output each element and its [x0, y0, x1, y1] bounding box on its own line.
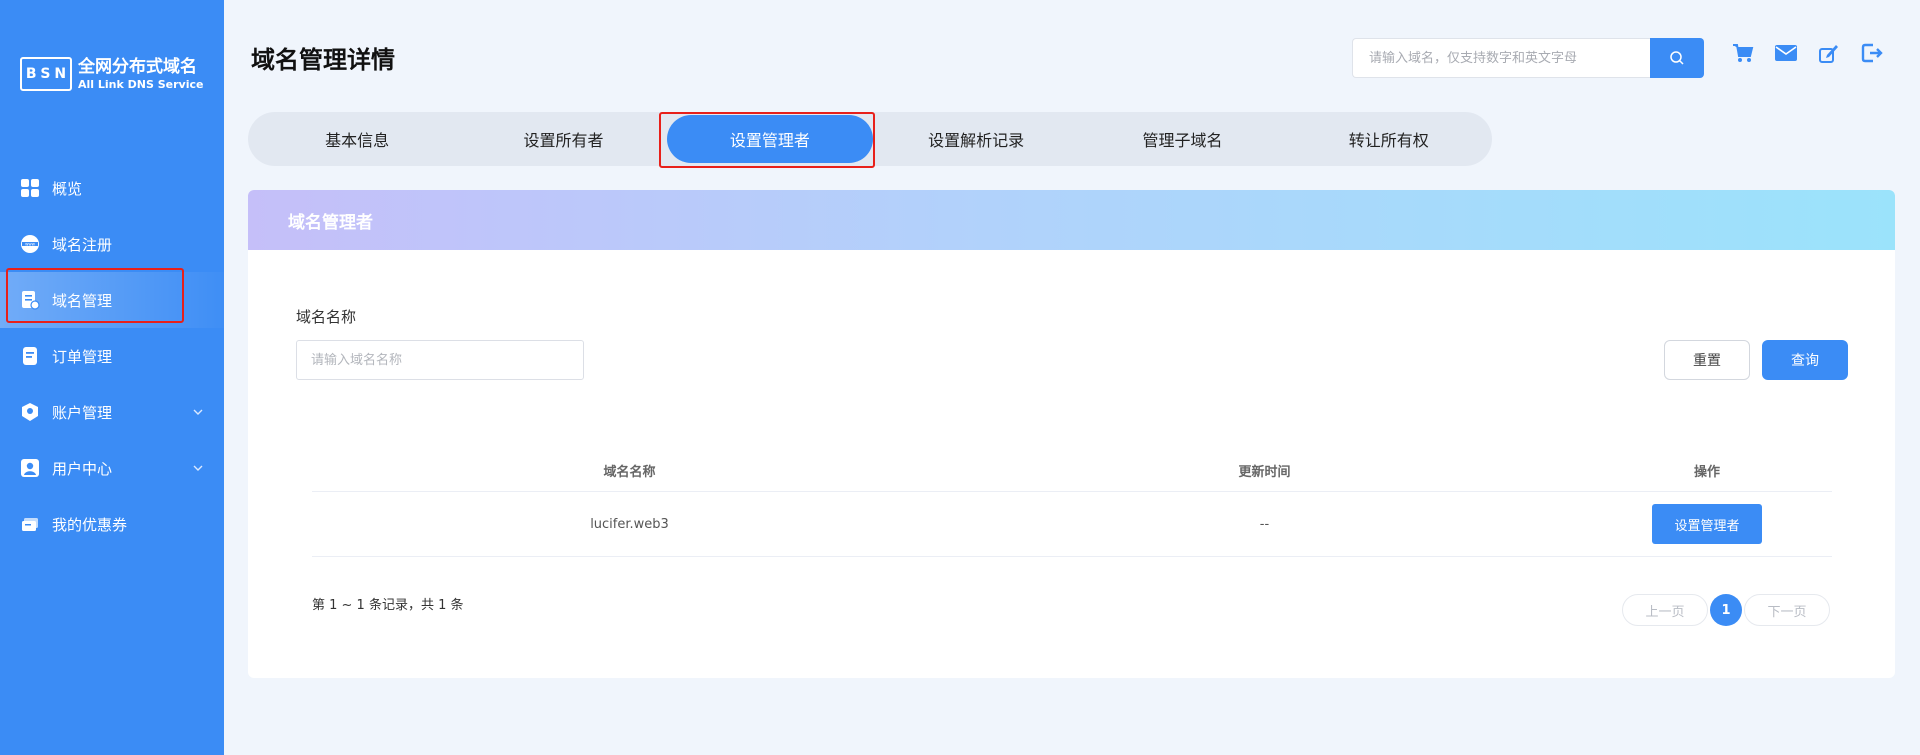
table-row: lucifer.web3 -- 设置管理者 [312, 492, 1832, 557]
user-icon [20, 458, 40, 478]
record-summary: 第 1 ~ 1 条记录，共 1 条 [312, 598, 464, 613]
prev-page-button[interactable]: 上一页 [1622, 594, 1708, 626]
column-header-action: 操作 [1693, 465, 1720, 480]
brand-title: 全网分布式域名 [78, 56, 197, 77]
sidebar-item-label: 账户管理 [52, 403, 113, 422]
mail-icon[interactable] [1773, 40, 1799, 66]
brand[interactable]: B S N 全网分布式域名 All Link DNS Service [20, 57, 203, 91]
cell-action: 设置管理者 [1582, 504, 1832, 544]
table-header: 域名名称 更新时间 操作 [312, 450, 1832, 492]
column-header-updated: 更新时间 [1238, 465, 1291, 480]
set-manager-button[interactable]: 设置管理者 [1652, 504, 1762, 544]
tab-set-owner[interactable]: 设置所有者 [460, 115, 666, 163]
header-actions [1730, 40, 1902, 66]
account-icon [20, 402, 40, 422]
sidebar-item-label: 订单管理 [52, 347, 113, 366]
domain-manage-icon [20, 290, 40, 310]
logo-letter: B [25, 66, 37, 82]
edit-icon[interactable] [1816, 40, 1842, 66]
search-icon [1670, 51, 1684, 65]
chevron-down-icon[interactable] [192, 404, 204, 422]
sidebar-item-order-manage[interactable]: 订单管理 [0, 328, 224, 384]
sidebar-item-label: 我的优惠券 [52, 515, 128, 534]
sidebar-item-coupons[interactable]: 我的优惠券 [0, 496, 224, 552]
www-icon: www [20, 234, 40, 254]
tab-bar: 基本信息 设置所有者 设置管理者 设置解析记录 管理子域名 转让所有权 [248, 112, 1492, 166]
chevron-down-icon[interactable] [192, 460, 204, 478]
tab-set-manager[interactable]: 设置管理者 [666, 115, 873, 163]
grid-icon [20, 178, 40, 198]
tab-basic-info[interactable]: 基本信息 [254, 115, 460, 163]
sidebar-item-overview[interactable]: 概览 [0, 160, 224, 216]
sidebar-item-account-manage[interactable]: 账户管理 [0, 384, 224, 440]
sidebar-item-domain-manage[interactable]: 域名管理 [0, 272, 224, 328]
domain-name-input[interactable] [296, 340, 584, 380]
sidebar-item-label: 用户中心 [52, 459, 113, 478]
logo-letter: S [40, 66, 51, 82]
tab-set-dns-records[interactable]: 设置解析记录 [873, 115, 1079, 163]
manager-card: 域名管理者 域名名称 重置 查询 域名名称 更新时间 操作 lucifer.we… [248, 190, 1895, 678]
card-title: 域名管理者 [248, 190, 1895, 250]
query-button[interactable]: 查询 [1762, 340, 1848, 380]
domain-name-label: 域名名称 [296, 308, 357, 326]
sidebar-item-domain-register[interactable]: www 域名注册 [0, 216, 224, 272]
search-button[interactable] [1650, 38, 1704, 78]
logout-icon[interactable] [1859, 40, 1885, 66]
coupon-icon [20, 514, 40, 534]
search-bar [1352, 38, 1704, 78]
next-page-button[interactable]: 下一页 [1744, 594, 1830, 626]
bsn-logo: B S N [20, 57, 72, 91]
order-icon [20, 346, 40, 366]
sidebar-item-label: 概览 [52, 179, 83, 198]
pagination: 上一页 1 下一页 [1622, 594, 1830, 626]
svg-text:www: www [25, 242, 36, 247]
page-title: 域名管理详情 [251, 46, 395, 74]
sidebar-item-user-center[interactable]: 用户中心 [0, 440, 224, 496]
cell-domain: lucifer.web3 [590, 516, 669, 532]
sidebar-nav: 概览 www 域名注册 域名管理 订单管理 账户管理 用户中心 我的优惠券 [0, 160, 224, 552]
page-number-button[interactable]: 1 [1710, 594, 1742, 626]
cell-updated: -- [1259, 516, 1270, 532]
manager-table: 域名名称 更新时间 操作 lucifer.web3 -- 设置管理者 [312, 450, 1832, 557]
reset-button[interactable]: 重置 [1664, 340, 1750, 380]
sidebar-item-label: 域名注册 [52, 235, 113, 254]
brand-subtitle: All Link DNS Service [78, 77, 204, 91]
cart-icon[interactable] [1730, 40, 1756, 66]
sidebar-item-label: 域名管理 [52, 291, 113, 310]
tab-manage-subdomains[interactable]: 管理子域名 [1079, 115, 1285, 163]
logo-letter: N [54, 66, 67, 82]
sidebar: B S N 全网分布式域名 All Link DNS Service 概览 ww… [0, 0, 224, 755]
search-input[interactable] [1352, 38, 1650, 78]
column-header-domain: 域名名称 [603, 465, 656, 480]
tab-transfer-ownership[interactable]: 转让所有权 [1286, 115, 1492, 163]
